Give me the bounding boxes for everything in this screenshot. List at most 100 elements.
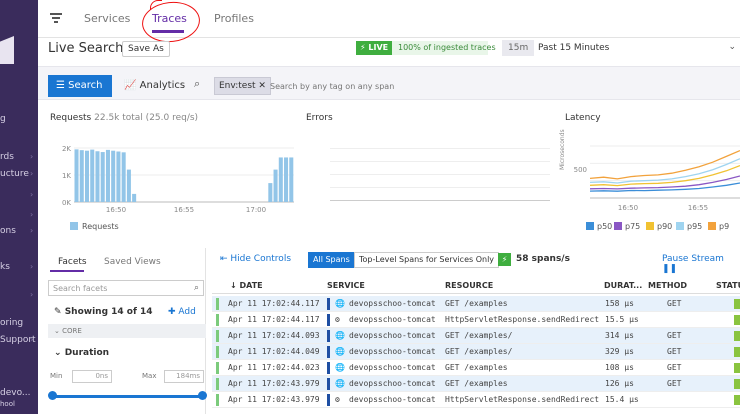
col-service[interactable]: SERVICE — [327, 281, 365, 290]
env-tag-chip[interactable]: Env:test ✕ — [214, 77, 271, 95]
nav-item-4[interactable]: ons — [0, 226, 16, 236]
nav-item-2[interactable]: rds — [0, 152, 14, 162]
col-method[interactable]: METHOD — [648, 281, 687, 290]
gear-icon: ⚙ — [335, 315, 340, 324]
cell-date: Apr 11 17:02:44.049 — [228, 347, 320, 356]
app-root: g rds › ucture › › › ons › ks › › oring … — [0, 0, 740, 414]
tab-services[interactable]: Services — [84, 12, 130, 25]
cell-date: Apr 11 17:02:44.117 — [228, 299, 320, 308]
chevron-down-icon: ⌄ — [728, 42, 736, 52]
facet-group-core[interactable]: ⌄ CORE — [48, 324, 206, 338]
top-level-spans-toggle[interactable]: Top-Level Spans for Services Only — [354, 252, 500, 268]
search-icon: ⌕ — [193, 283, 199, 293]
table-row[interactable]: Apr 11 17:02:43.979 ⚙ devopsschoo-tomcat Ht… — [212, 392, 740, 408]
facet-duration[interactable]: ⌄ Duration — [54, 348, 109, 358]
cell-date: Apr 11 17:02:44.117 — [228, 315, 320, 324]
y-tick-label: 2K — [62, 145, 71, 153]
max-duration-input[interactable]: 184ms — [164, 370, 204, 383]
gridline — [330, 174, 550, 175]
table-row[interactable]: Apr 11 17:02:44.117 🌐 devopsschoo-tomcat GE… — [212, 296, 740, 312]
search-icon: ⌕ — [194, 77, 201, 90]
nav-item-3[interactable]: ucture — [0, 169, 29, 179]
status-badge — [734, 315, 740, 325]
time-range-text: Past 15 Minutes — [538, 43, 610, 53]
table-row[interactable]: Apr 11 17:02:44.049 🌐 devopsschoo-tomcat GE… — [212, 344, 740, 360]
tab-facets[interactable]: Facets — [58, 257, 87, 267]
search-input[interactable] — [270, 77, 570, 95]
nav-item-6[interactable]: oring — [0, 318, 23, 328]
service-color-bar — [327, 378, 330, 390]
time-range-picker[interactable]: 15m Past 15 Minutes ⌄ — [502, 40, 740, 56]
x-tick-label: 17:00 — [246, 206, 266, 214]
legend-swatch — [586, 222, 594, 230]
status-badge — [734, 363, 740, 373]
cell-resource: HttpServletResponse.sendRedirect — [445, 395, 600, 404]
max-label: Max — [142, 372, 157, 380]
analytics-mode-button[interactable]: 📈 Analytics — [118, 75, 188, 97]
table-row[interactable]: Apr 11 17:02:44.023 🌐 devopsschoo-tomcat GE… — [212, 360, 740, 376]
search-mode-button[interactable]: ☰ Search — [48, 75, 112, 97]
cell-service: devopsschoo-tomcat — [349, 363, 436, 372]
nav-org-name[interactable]: devo... — [0, 388, 31, 398]
cell-method: GET — [667, 379, 682, 388]
chevron-right-icon: › — [30, 210, 34, 219]
col-status[interactable]: STATU — [716, 281, 740, 290]
request-bar — [268, 183, 273, 202]
row-status-bar — [216, 330, 219, 342]
nav-org-sub: hool — [0, 400, 15, 408]
facets-panel: Facets Saved Views Search facets ⌕ ✎ Sho… — [38, 248, 207, 414]
request-bar — [126, 169, 131, 202]
chevron-right-icon: › — [30, 152, 34, 161]
latency-legend-label: p9 — [719, 222, 730, 231]
requests-legend-label: Requests — [82, 222, 119, 231]
facet-search-input[interactable]: Search facets ⌕ — [48, 280, 204, 296]
live-pill: ⚡ LIVE — [356, 41, 393, 55]
nav-item-5[interactable]: ks — [0, 262, 10, 272]
legend-swatch — [708, 222, 716, 230]
datadog-logo — [0, 36, 14, 64]
cell-resource: GET /examples — [445, 363, 508, 372]
nav-item-1[interactable]: g — [0, 114, 6, 124]
cell-resource: GET /examples — [445, 379, 508, 388]
cell-service: devopsschoo-tomcat — [349, 331, 436, 340]
col-duration[interactable]: DURAT... — [604, 281, 642, 290]
gridline — [330, 187, 550, 188]
slider-min-handle[interactable] — [48, 391, 57, 400]
col-date[interactable]: ↓ DATE — [230, 281, 263, 290]
cell-date: Apr 11 17:02:44.023 — [228, 363, 320, 372]
all-spans-toggle[interactable]: All Spans — [308, 252, 355, 268]
table-row[interactable]: Apr 11 17:02:43.979 🌐 devopsschoo-tomcat GE… — [212, 376, 740, 392]
min-duration-input[interactable]: 0ns — [72, 370, 112, 383]
page-title: Live Search — [48, 41, 124, 56]
cell-service: devopsschoo-tomcat — [349, 395, 436, 404]
col-resource[interactable]: RESOURCE — [445, 281, 493, 290]
hide-controls-button[interactable]: ⇤ Hide Controls — [220, 254, 291, 264]
duration-slider-track[interactable] — [52, 395, 202, 398]
cell-service: devopsschoo-tomcat — [349, 347, 436, 356]
add-facet-button[interactable]: ✚ Add — [168, 307, 196, 317]
slider-max-handle[interactable] — [198, 391, 207, 400]
service-color-bar — [327, 362, 330, 374]
x-tick-label: 16:50 — [106, 206, 126, 214]
save-as-button[interactable]: Save As — [122, 41, 170, 57]
cell-duration: 108 µs — [605, 363, 634, 372]
cell-date: Apr 11 17:02:43.979 — [228, 395, 320, 404]
menu-icon[interactable] — [50, 13, 62, 23]
pause-stream-button[interactable]: Pause Stream ❚❚ — [662, 254, 740, 274]
table-row[interactable]: Apr 11 17:02:44.093 🌐 devopsschoo-tomcat GE… — [212, 328, 740, 344]
tab-saved-views[interactable]: Saved Views — [104, 257, 161, 267]
y-tick-label: 1K — [62, 172, 71, 180]
request-bar — [84, 150, 90, 202]
table-row[interactable]: Apr 11 17:02:44.117 ⚙ devopsschoo-tomcat Ht… — [212, 312, 740, 328]
request-bar — [79, 150, 84, 202]
span-controls: ⇤ Hide Controls All Spans Top-Level Span… — [212, 250, 740, 274]
x-tick-label: 16:55 — [688, 204, 708, 212]
live-badge[interactable]: ⚡ LIVE 100% of ingested traces — [356, 41, 496, 55]
cell-method: GET — [667, 331, 682, 340]
legend-swatch — [70, 222, 78, 230]
tab-profiles[interactable]: Profiles — [214, 12, 254, 25]
y-tick-label: 500 — [574, 166, 587, 174]
row-status-bar — [216, 298, 219, 310]
latency-legend-label: p95 — [687, 222, 703, 231]
cell-duration: 126 µs — [605, 379, 634, 388]
